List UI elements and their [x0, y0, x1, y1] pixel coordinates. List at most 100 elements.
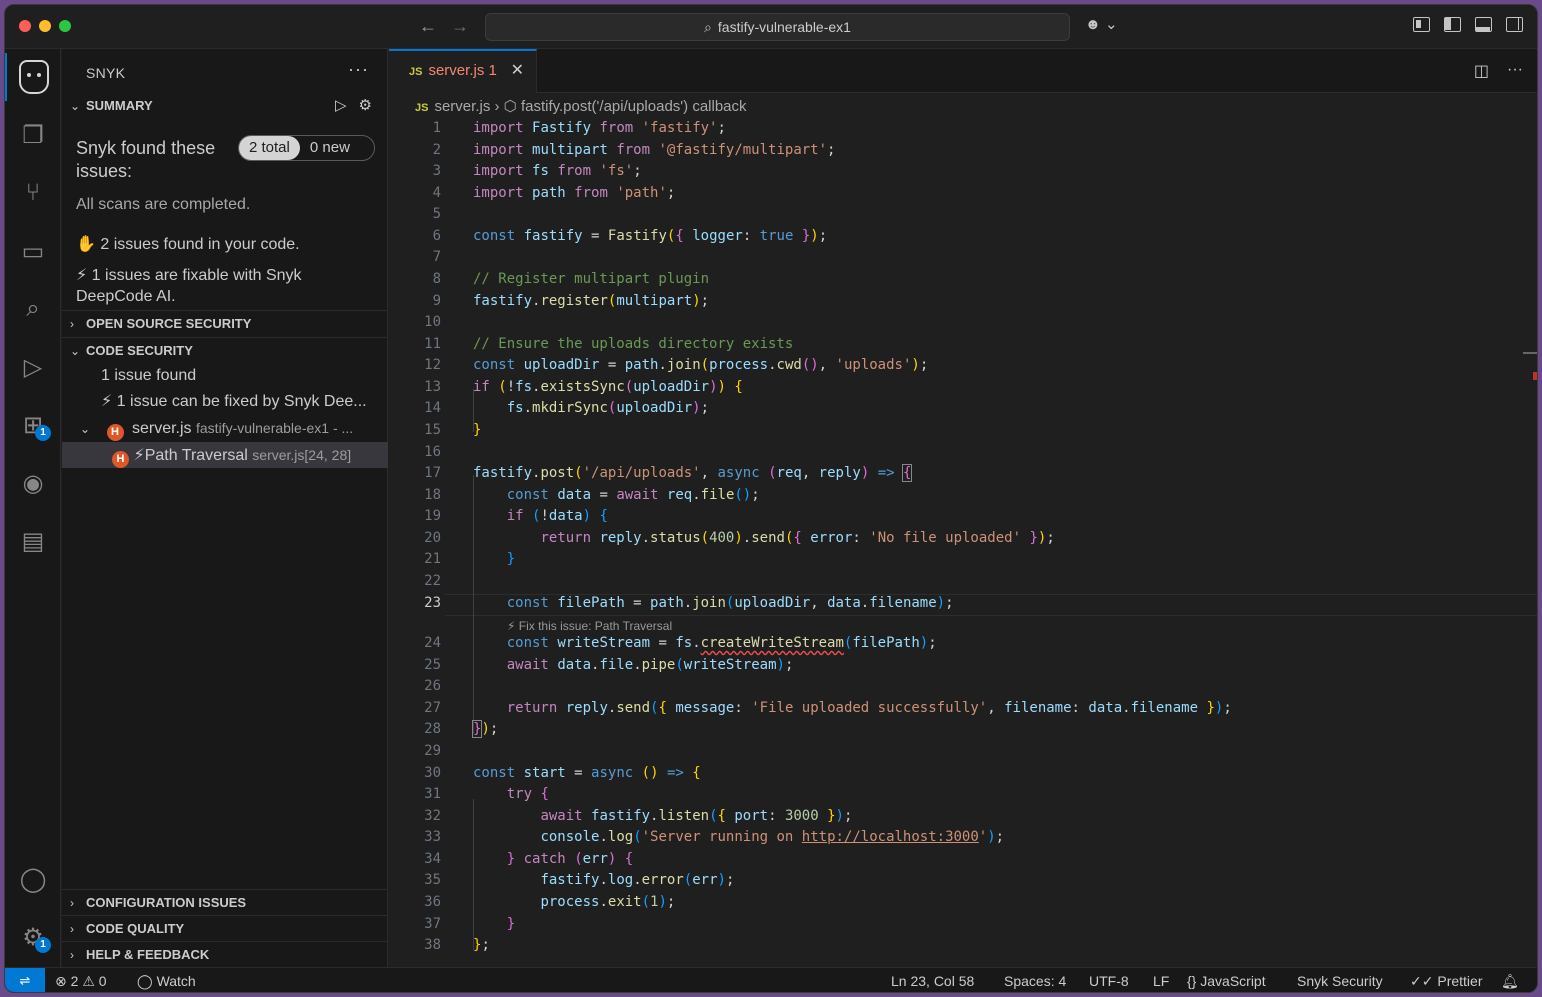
issues-found-line: ✋ 2 issues found in your code. — [76, 236, 300, 253]
code-line: }); — [471, 720, 499, 738]
file-description: fastify-vulnerable-ex1 - ... — [196, 420, 354, 436]
extensions-activity-item[interactable]: ⊞ 1 — [5, 401, 61, 449]
line-number: 31 — [424, 786, 441, 802]
bell-icon[interactable]: 🔔︎ — [1501, 968, 1519, 992]
close-icon[interactable]: ✕ — [511, 51, 524, 91]
remote-indicator-icon[interactable]: ⇌ — [5, 968, 45, 992]
code-line: if (!data) { — [506, 508, 608, 524]
line-number: 34 — [424, 851, 441, 867]
manage-activity-item[interactable]: ⚙ 1 — [5, 913, 61, 961]
fixable-line: ⚡ 1 issues are fixable with Snyk DeepCod… — [76, 267, 302, 305]
fixable-label: ⚡ 1 issue can be fixed by Snyk Dee... — [101, 393, 367, 410]
chevron-right-icon: › — [70, 922, 74, 936]
code-line: await fastify.listen({ port: 3000 }); — [540, 808, 853, 824]
breadcrumb: JS server.js › ⬡ fastify.post('/api/uploa… — [415, 97, 747, 115]
cursor-position[interactable]: Ln 23, Col 58 — [891, 968, 974, 992]
code-line: } — [506, 551, 516, 567]
play-icon[interactable]: ▷ — [335, 93, 347, 119]
line-number: 26 — [424, 678, 441, 694]
vscode-window: ← → ⌕ fastify-vulnerable-ex1 ☻ ⌄ ❐ ⑂ ▭ ⌕ — [4, 4, 1538, 993]
help-section-header[interactable]: › HELP & FEEDBACK — [62, 941, 388, 967]
chevron-down-icon: ⌄ — [80, 422, 91, 436]
source-control-activity-item[interactable]: ⑂ — [5, 169, 61, 217]
code-line: const start = async () => { — [473, 765, 701, 781]
toggle-panel-icon[interactable] — [1475, 17, 1492, 32]
new-count-badge: 0 new — [309, 139, 350, 156]
language-mode[interactable]: {} JavaScript — [1187, 968, 1266, 992]
prettier-label: Prettier — [1437, 973, 1483, 989]
maximize-window-button[interactable] — [59, 20, 71, 32]
more-actions-icon[interactable]: ··· — [348, 59, 369, 80]
code-line: console.log('Server running on http://lo… — [540, 829, 1005, 845]
line-number: 37 — [424, 916, 441, 932]
github-activity-item[interactable]: ◉ — [5, 459, 61, 507]
error-count: 2 — [70, 973, 79, 989]
indentation[interactable]: Spaces: 4 — [1004, 968, 1066, 992]
toggle-secondary-sidebar-icon[interactable] — [1506, 17, 1523, 32]
split-editor-icon[interactable]: ◫ — [1474, 61, 1489, 81]
code-quality-section-header[interactable]: › CODE QUALITY — [62, 915, 388, 941]
line-number: 15 — [424, 422, 441, 438]
code-line: const filePath = path.join(uploadDir, da… — [506, 595, 954, 611]
breadcrumb-file[interactable]: server.js — [434, 98, 490, 115]
warning-icon: ⚠ — [82, 973, 95, 989]
toggle-primary-sidebar-icon[interactable] — [1444, 17, 1461, 32]
search-activity-item[interactable]: ⌕ — [5, 285, 61, 333]
summary-section-header[interactable]: ⌄ SUMMARY ▷ ⚙ — [62, 93, 388, 119]
line-number: 29 — [424, 743, 441, 759]
file-tree-row[interactable]: ⌄ H server.js fastify-vulnerable-ex1 - .… — [62, 415, 388, 441]
encoding[interactable]: UTF-8 — [1089, 968, 1129, 992]
code-security-section-header[interactable]: ⌄ CODE SECURITY — [62, 337, 388, 363]
back-arrow-icon[interactable]: ← — [419, 16, 437, 36]
close-window-button[interactable] — [19, 20, 31, 32]
config-section-header[interactable]: › CONFIGURATION ISSUES — [62, 889, 388, 915]
code-line: if (!fs.existsSync(uploadDir)) { — [473, 379, 743, 395]
language-label: JavaScript — [1200, 973, 1266, 989]
watch-indicator[interactable]: ◯ Watch — [137, 968, 196, 992]
fix-issue-codelens[interactable]: ⚡ Fix this issue: Path Traversal — [507, 619, 672, 633]
copilot-icon[interactable]: ☻ ⌄ — [1085, 15, 1118, 33]
issue-location: server.js[24, 28] — [252, 447, 352, 463]
explorer-activity-item[interactable]: ❐ — [5, 111, 61, 159]
fixable-row[interactable]: ⚡ 1 issue can be fixed by Snyk Dee... — [62, 389, 388, 415]
line-number: 1 — [432, 120, 441, 136]
issue-tree-row[interactable]: H ⚡Path Traversal server.js[24, 28] — [62, 442, 388, 468]
customize-layout-icon[interactable] — [1413, 17, 1430, 32]
code-line: fastify.log.error(err); — [540, 872, 735, 888]
code-line: try { — [506, 786, 549, 802]
oss-section-header[interactable]: › OPEN SOURCE SECURITY — [62, 310, 388, 336]
settings-gear-icon[interactable]: ⚙ — [359, 93, 372, 119]
chevron-right-icon: › — [70, 948, 74, 962]
problems-indicator[interactable]: ⊗ 2 ⚠ 0 — [55, 968, 107, 992]
title-bar: ← → ⌕ fastify-vulnerable-ex1 ☻ ⌄ — [5, 5, 1537, 49]
code-line: const writeStream = fs.createWriteStream… — [506, 635, 937, 651]
accounts-activity-item[interactable]: ◯ — [5, 855, 61, 903]
tab-server-js[interactable]: JS server.js 1 ✕ — [389, 49, 537, 93]
snyk-status[interactable]: Snyk Security — [1297, 968, 1383, 992]
extensions-badge: 1 — [35, 425, 51, 441]
line-number: 20 — [424, 530, 441, 546]
chat-icon: ▭ — [21, 237, 45, 265]
minimize-window-button[interactable] — [39, 20, 51, 32]
chat-activity-item[interactable]: ▭ — [5, 227, 61, 275]
prettier-status[interactable]: ✓✓ Prettier — [1410, 968, 1483, 992]
cube-icon: ⬡ — [503, 98, 517, 115]
command-center-search[interactable]: ⌕ fastify-vulnerable-ex1 — [485, 13, 1070, 41]
line-number: 28 — [424, 721, 441, 737]
line-number: 16 — [424, 444, 441, 460]
found-issues-title: Snyk found these issues: — [76, 138, 216, 181]
run-debug-activity-item[interactable]: ▷ — [5, 343, 61, 391]
issue-found-row[interactable]: 1 issue found — [62, 363, 388, 389]
error-icon: ⊗ — [55, 973, 67, 989]
book-icon: ▤ — [21, 527, 45, 555]
line-number: 18 — [424, 487, 441, 503]
account-icon: ◯ — [19, 865, 47, 893]
chevron-right-icon: › — [70, 317, 74, 331]
more-actions-icon[interactable]: ··· — [1507, 61, 1523, 81]
line-number: 38 — [424, 937, 441, 953]
forward-arrow-icon[interactable]: → — [451, 16, 469, 36]
snyk-activity-item[interactable] — [5, 53, 61, 101]
end-of-line[interactable]: LF — [1153, 968, 1169, 992]
breadcrumb-symbol[interactable]: fastify.post('/api/uploads') callback — [521, 98, 747, 115]
docs-activity-item[interactable]: ▤ — [5, 517, 61, 565]
